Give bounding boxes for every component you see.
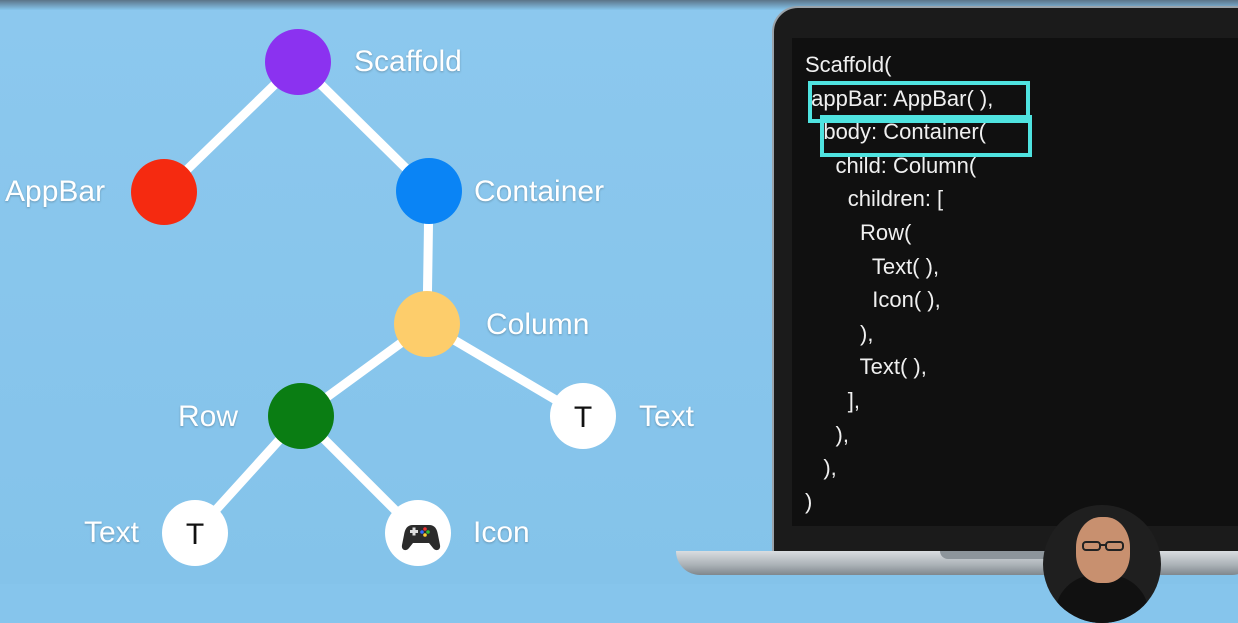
- label-row: Row: [178, 400, 239, 433]
- code-line: Row(: [805, 219, 912, 245]
- node-column: [394, 291, 460, 357]
- label-appbar: AppBar: [5, 175, 106, 208]
- node-scaffold: [265, 29, 331, 95]
- code-line: ),: [805, 320, 874, 346]
- code-line: Text( ),: [805, 354, 927, 380]
- text-glyph-right: T: [574, 401, 592, 434]
- widget-tree: T T: [131, 29, 616, 566]
- label-text-right: Text: [639, 400, 695, 433]
- label-icon: Icon: [473, 516, 530, 549]
- label-scaffold: Scaffold: [354, 45, 462, 78]
- code-line: ),: [805, 455, 837, 481]
- presenter-avatar: [1043, 505, 1161, 623]
- highlight-body: [820, 115, 1032, 157]
- code-line: Scaffold(: [805, 52, 892, 77]
- node-container: [396, 158, 462, 224]
- label-text-left: Text: [84, 516, 140, 549]
- code-line: Text( ),: [805, 253, 940, 279]
- code-line: children: [: [805, 186, 944, 212]
- label-container: Container: [474, 175, 605, 208]
- glasses-icon: [1082, 541, 1124, 551]
- code-line: Icon( ),: [805, 287, 941, 313]
- code-line: ): [805, 488, 813, 514]
- text-glyph-left: T: [186, 518, 204, 551]
- code-line: ],: [805, 387, 861, 413]
- node-row: [268, 383, 334, 449]
- tree-edges: [159, 57, 588, 538]
- node-appbar: [131, 159, 197, 225]
- label-column: Column: [486, 308, 590, 341]
- code-line: ),: [805, 421, 849, 447]
